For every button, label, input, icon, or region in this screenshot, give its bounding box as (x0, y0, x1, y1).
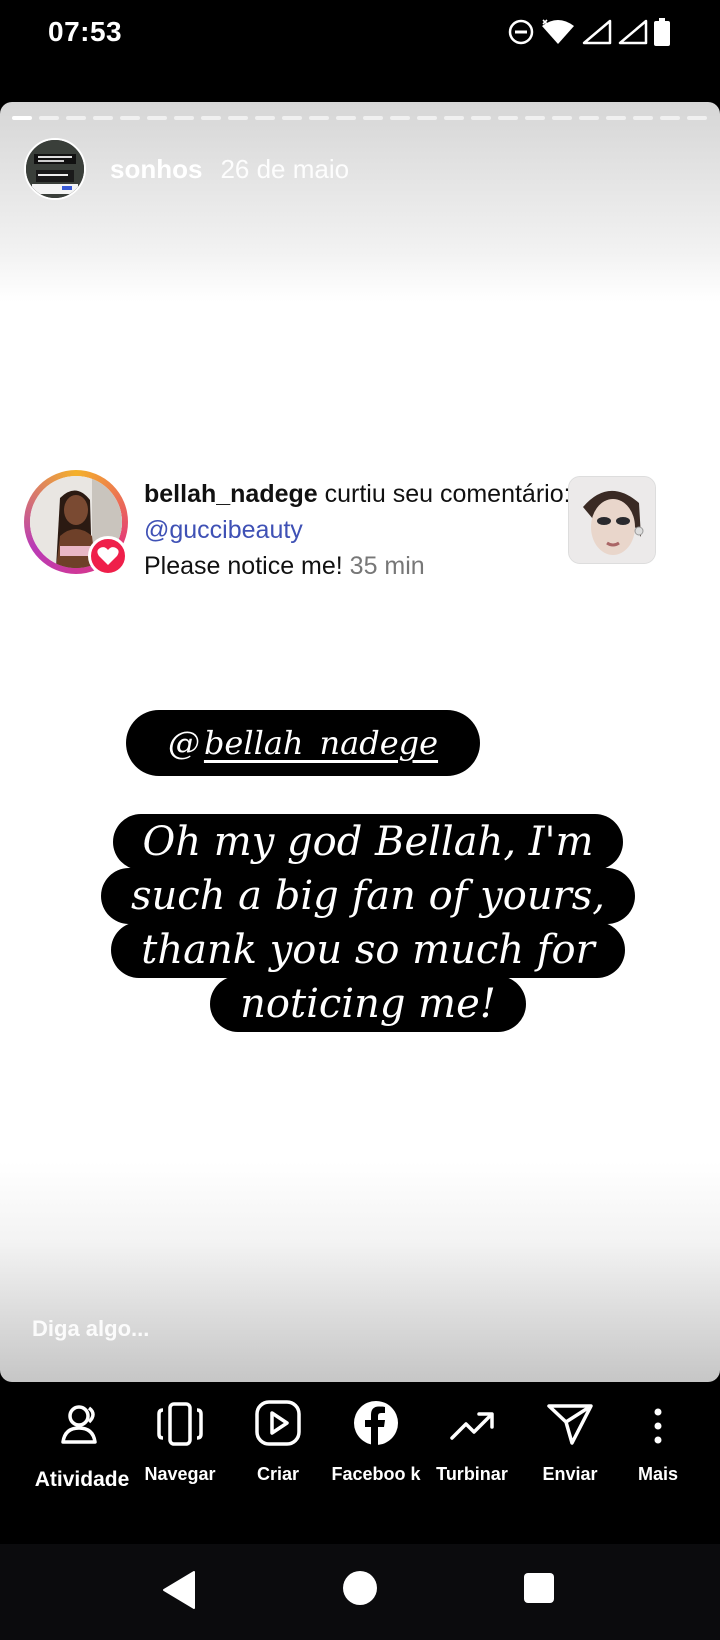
notification-card: bellah_nadege curtiu seu comentário: @gu… (24, 466, 696, 586)
browse-icon (157, 1402, 203, 1446)
story-username[interactable]: sonhos (110, 154, 202, 185)
mention-handle: bellah_nadege (203, 724, 439, 762)
send-label: Enviar (542, 1464, 598, 1484)
facebook-label: Faceboo k (331, 1464, 421, 1484)
send-button[interactable]: Enviar (522, 1384, 618, 1512)
story-viewer[interactable]: sonhos 26 de maio bellah_nadege curtiu s… (0, 102, 720, 1382)
notification-action: curtiu seu comentário: (317, 480, 571, 508)
avatar[interactable] (24, 138, 86, 200)
battery-icon (654, 18, 670, 46)
signal-icon (582, 19, 612, 45)
post-thumbnail (568, 476, 656, 564)
boost-icon (450, 1412, 494, 1440)
status-bar: 07:53 (0, 0, 720, 100)
status-icons (508, 18, 670, 46)
status-time: 07:53 (48, 16, 123, 47)
browse-label: Navegar (144, 1464, 216, 1484)
facebook-icon (354, 1401, 398, 1445)
caption-text-sticker: Oh my god Bellah, I'm such a big fan of … (62, 814, 674, 1032)
notification-username: bellah_nadege (144, 480, 318, 508)
reply-input[interactable]: Diga algo... (32, 1316, 149, 1342)
mention-at-icon: @ (167, 724, 200, 762)
system-nav-bar (0, 1544, 720, 1640)
boost-button[interactable]: Turbinar (424, 1384, 520, 1512)
send-icon (547, 1404, 593, 1445)
caption-line: thank you so much for (111, 922, 625, 978)
more-label: Mais (637, 1464, 679, 1484)
more-button[interactable]: Mais (610, 1384, 706, 1512)
activity-label: Atividade (34, 1468, 130, 1491)
recents-icon[interactable] (523, 1572, 555, 1604)
activity-icon (61, 1405, 97, 1444)
facebook-button[interactable]: Faceboo k (328, 1384, 424, 1512)
dnd-icon (508, 19, 534, 45)
caption-line: noticing me! (210, 976, 526, 1032)
browse-button[interactable]: Navegar (132, 1384, 228, 1512)
mention-sticker[interactable]: @ bellah_nadege (126, 710, 480, 776)
more-icon (654, 1408, 662, 1444)
caption-line: such a big fan of yours, (101, 868, 635, 924)
notification-mention: @guccibeauty (144, 516, 303, 544)
activity-button[interactable]: Atividade (34, 1384, 130, 1512)
boost-label: Turbinar (436, 1464, 508, 1484)
caption-line: Oh my god Bellah, I'm (112, 814, 624, 870)
story-action-bar: Atividade Navegar Criar Faceboo k Turbin… (0, 1384, 720, 1512)
story-date: 26 de maio (220, 153, 350, 184)
heart-icon (88, 536, 128, 576)
create-button[interactable]: Criar (230, 1384, 326, 1512)
story-progress-bar (12, 116, 708, 120)
create-label: Criar (256, 1464, 300, 1484)
create-icon (255, 1400, 301, 1446)
notification-time: 35 min (349, 552, 425, 580)
signal-icon (618, 19, 648, 45)
home-icon[interactable] (342, 1570, 378, 1606)
avatar (24, 470, 128, 576)
notification-text: bellah_nadege curtiu seu comentário: @gu… (144, 476, 584, 584)
notification-comment: Please notice me! (144, 552, 343, 580)
story-header: sonhos 26 de maio (24, 138, 349, 200)
wifi-icon (542, 19, 574, 44)
back-icon[interactable] (162, 1570, 196, 1610)
